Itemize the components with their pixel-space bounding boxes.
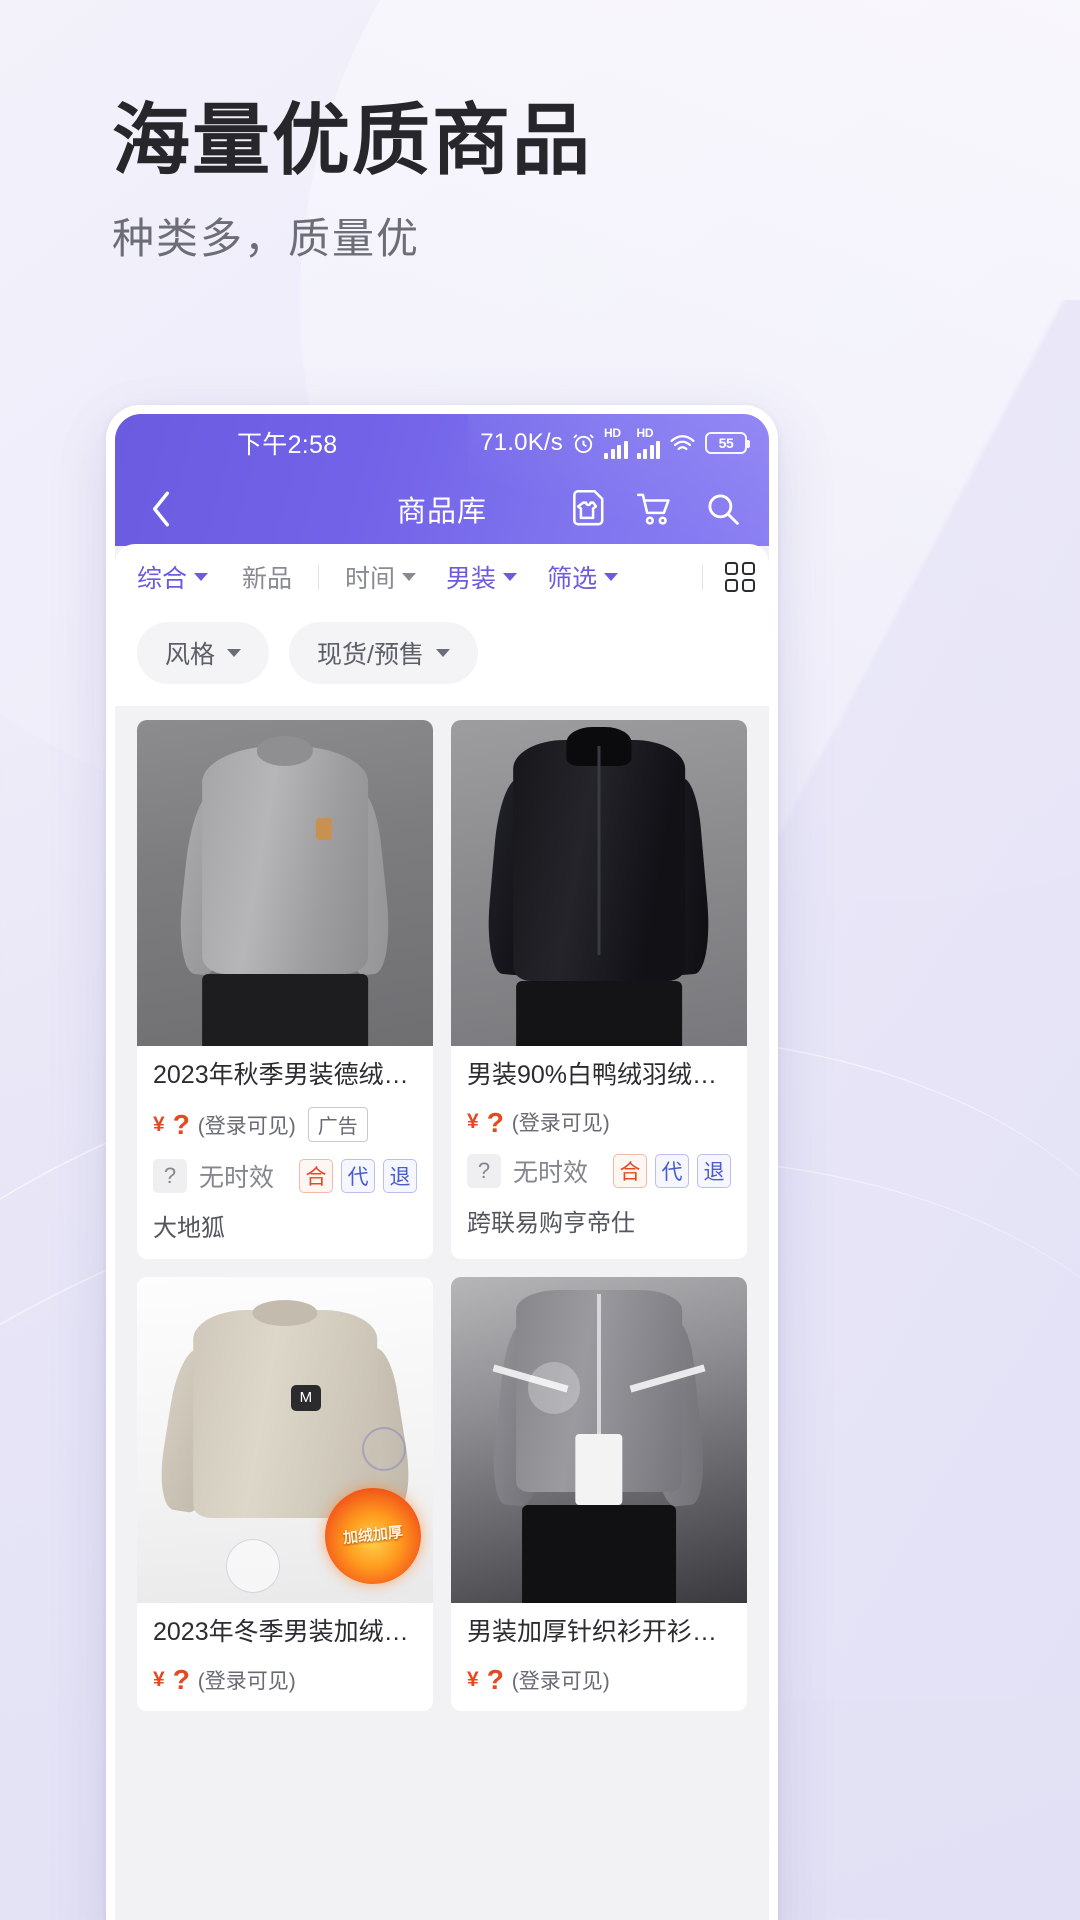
chevron-down-icon: [194, 573, 209, 581]
app-header: 下午2:58 71.0K/s HD HD 55 商品库: [115, 414, 769, 546]
currency-symbol: ¥: [467, 1110, 479, 1134]
tshirt-card-icon[interactable]: [567, 489, 607, 529]
currency-symbol: ¥: [153, 1667, 165, 1691]
product-card[interactable]: M 加绒加厚 2023年冬季男装加绒卫衣圆... ¥ ? (登录可见): [137, 1277, 433, 1711]
ad-badge: 广告: [307, 1107, 368, 1143]
price-masked: ?: [172, 1663, 190, 1695]
product-image[interactable]: M 加绒加厚: [137, 1277, 433, 1604]
filter-tab-label: 综合: [137, 565, 188, 593]
filter-tab-label: 筛选: [547, 565, 598, 593]
product-title: 男装90%白鸭绒羽绒服立领...: [467, 1061, 731, 1089]
product-image[interactable]: [451, 1277, 747, 1604]
login-hint: (登录可见): [511, 1669, 610, 1693]
product-info: 2023年秋季男装德绒T恤半... ¥ ? (登录可见) 广告 ? 无时效 合 …: [137, 1046, 433, 1259]
filter-tab-xinpin[interactable]: 新品: [242, 559, 292, 595]
product-info: 男装加厚针织衫开衫长袖直... ¥ ? (登录可见): [451, 1603, 747, 1710]
shopping-cart-icon[interactable]: [635, 489, 675, 529]
tag-he: 合: [613, 1154, 647, 1189]
filter-bar: 综合 新品 时间 男装 筛选: [115, 544, 769, 610]
alarm-clock-icon: [572, 432, 595, 455]
back-button[interactable]: [141, 489, 181, 529]
search-icon[interactable]: [703, 489, 743, 529]
page-title: 海量优质商品: [112, 96, 593, 184]
filter-tab-shijian[interactable]: 时间: [345, 559, 417, 595]
product-title: 男装加厚针织衫开衫长袖直...: [467, 1618, 731, 1647]
grid-view-icon[interactable]: [725, 562, 755, 592]
product-card[interactable]: 2023年秋季男装德绒T恤半... ¥ ? (登录可见) 广告 ? 无时效 合 …: [137, 720, 433, 1260]
filter-tab-shaixuan[interactable]: 筛选: [547, 559, 619, 595]
product-title: 2023年秋季男装德绒T恤半...: [153, 1061, 417, 1089]
filter-tab-label: 时间: [345, 565, 396, 593]
currency-symbol: ¥: [467, 1667, 479, 1691]
timing-label: 无时效: [513, 1159, 589, 1188]
timing-label: 无时效: [199, 1164, 275, 1193]
filter-divider-right: [702, 564, 703, 590]
product-image[interactable]: [137, 720, 433, 1046]
status-indicators: 71.0K/s HD HD 55: [480, 427, 750, 459]
product-card[interactable]: 男装90%白鸭绒羽绒服立领... ¥ ? (登录可见) ? 无时效 合 代 退 …: [451, 720, 747, 1260]
pill-label: 风格: [165, 641, 216, 669]
filter-tab-nanzhuang[interactable]: 男装: [446, 559, 518, 595]
promo-flame-badge: 加绒加厚: [325, 1487, 422, 1584]
sim2-signal-icon: HD: [636, 427, 660, 459]
product-meta-row: ? 无时效 合 代 退: [153, 1158, 417, 1194]
nav-bar: 商品库: [115, 472, 769, 546]
shop-name[interactable]: 跨联易购亨帝仕: [467, 1203, 731, 1238]
login-hint: (登录可见): [197, 1669, 296, 1693]
chevron-down-icon: [227, 649, 242, 657]
product-tags: 合 代 退: [613, 1154, 731, 1189]
product-grid: 2023年秋季男装德绒T恤半... ¥ ? (登录可见) 广告 ? 无时效 合 …: [115, 706, 769, 1731]
tag-dai: 代: [655, 1154, 689, 1189]
filter-tab-zonghe[interactable]: 综合: [137, 559, 209, 595]
product-meta-row: ? 无时效 合 代 退: [467, 1153, 731, 1189]
page-subtitle: 种类多，质量优: [112, 214, 421, 262]
pill-label: 现货/预售: [317, 641, 424, 669]
product-info: 男装90%白鸭绒羽绒服立领... ¥ ? (登录可见) ? 无时效 合 代 退 …: [451, 1046, 747, 1254]
product-card[interactable]: 男装加厚针织衫开衫长袖直... ¥ ? (登录可见): [451, 1277, 747, 1711]
tag-dai: 代: [341, 1159, 375, 1194]
chevron-down-icon: [503, 573, 518, 581]
phone-screen: 下午2:58 71.0K/s HD HD 55 商品库 综合 新品 时间 男装 …: [115, 414, 769, 1920]
product-tags: 合 代 退: [299, 1159, 417, 1194]
status-bar: 下午2:58 71.0K/s HD HD 55: [115, 414, 769, 472]
currency-symbol: ¥: [153, 1112, 165, 1136]
product-title: 2023年冬季男装加绒卫衣圆...: [153, 1618, 417, 1647]
chevron-down-icon: [402, 573, 417, 581]
timing-help-icon[interactable]: ?: [153, 1159, 187, 1194]
network-speed: 71.0K/s: [480, 429, 563, 456]
battery-icon: 55: [705, 432, 750, 454]
phone-mockup: 下午2:58 71.0K/s HD HD 55 商品库 综合 新品 时间 男装 …: [106, 405, 778, 1920]
battery-percent: 55: [718, 435, 734, 451]
secondary-filter-row: 风格 现货/预售: [115, 610, 769, 706]
price-masked: ?: [172, 1109, 190, 1141]
tag-tui: 退: [697, 1154, 731, 1189]
tag-tui: 退: [383, 1159, 417, 1194]
product-info: 2023年冬季男装加绒卫衣圆... ¥ ? (登录可见): [137, 1603, 433, 1710]
tag-he: 合: [299, 1159, 333, 1194]
promo-flame-label: 加绒加厚: [342, 1524, 404, 1548]
shop-name[interactable]: 大地狐: [153, 1208, 417, 1243]
timing-help-icon[interactable]: ?: [467, 1154, 501, 1189]
product-price-row: ¥ ? (登录可见): [467, 1107, 731, 1137]
pill-xianhuo-yushou[interactable]: 现货/预售: [289, 622, 478, 684]
filter-tab-label: 新品: [242, 565, 293, 593]
login-hint: (登录可见): [197, 1114, 296, 1138]
filter-tab-label: 男装: [446, 565, 497, 593]
chevron-down-icon: [435, 649, 450, 657]
product-image[interactable]: [451, 720, 747, 1046]
wifi-icon: [669, 433, 696, 454]
product-price-row: ¥ ? (登录可见): [467, 1665, 731, 1695]
product-price-row: ¥ ? (登录可见) 广告: [153, 1107, 417, 1143]
filter-divider: [318, 564, 320, 590]
pill-fengge[interactable]: 风格: [137, 622, 270, 684]
sim1-signal-icon: HD: [604, 427, 628, 459]
hero-section: 海量优质商品 种类多，质量优: [112, 96, 592, 264]
price-masked: ?: [486, 1663, 504, 1695]
nav-actions: [567, 489, 743, 529]
product-price-row: ¥ ? (登录可见): [153, 1665, 417, 1695]
price-masked: ?: [486, 1106, 504, 1138]
chevron-down-icon: [604, 573, 619, 581]
status-time: 下午2:58: [237, 431, 338, 459]
login-hint: (登录可见): [511, 1112, 610, 1136]
